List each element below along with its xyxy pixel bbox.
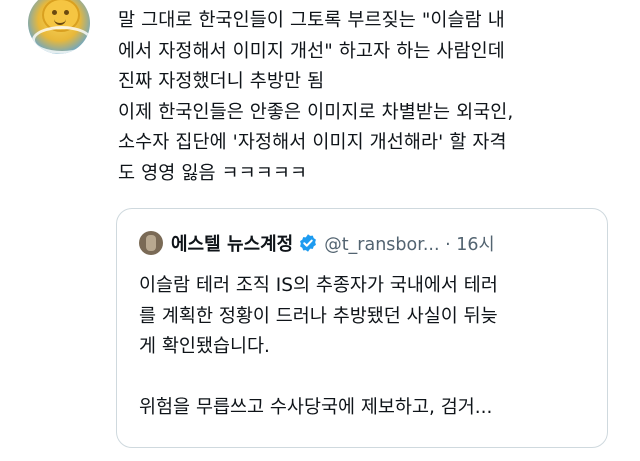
quoted-body-line: 이슬람 테러 조직 IS의 추종자가 국내에서 테러 <box>139 275 498 296</box>
quoted-author-handle-time[interactable]: @t_ransbor... · 16시 <box>324 231 494 256</box>
quoted-tweet-header: 에스텔 뉴스계정 @t_ransbor... · 16시 <box>139 229 495 257</box>
tweet-text: 말 그대로 한국인들이 그토록 부르짖는 "이슬람 내 에서 자정해서 이미지 … <box>118 6 628 189</box>
quoted-author-name[interactable]: 에스텔 뉴스계정 <box>171 230 293 256</box>
tweet-line: 에서 자정해서 이미지 개선" 하고자 하는 사람인데 <box>118 40 505 62</box>
quoted-author-avatar[interactable] <box>139 231 163 255</box>
avatar-eye-right <box>64 10 69 15</box>
quoted-body-line: 위험을 무릅쓰고 수사당국에 제보하고, 검거... <box>139 397 493 418</box>
avatar-ring <box>32 26 90 54</box>
tweet-line: 이제 한국인들은 안좋은 이미지로 차별받는 외국인, <box>118 101 514 123</box>
tweet-line: 도 영영 잃음 ㅋㅋㅋㅋㅋ <box>118 162 308 184</box>
tweet-line: 소수자 집단에 '자정해서 이미지 개선해라' 할 자격 <box>118 132 507 153</box>
verified-badge-icon <box>300 234 317 252</box>
tweet-line: 진짜 자정했더니 추방만 됨 <box>118 71 325 92</box>
tweet-line: 말 그대로 한국인들이 그토록 부르짖는 "이슬람 내 <box>118 10 505 31</box>
avatar-eye-left <box>52 10 57 15</box>
quoted-body-line: 를 계획한 정황이 드러나 추방됐던 사실이 뒤늦 <box>139 305 498 327</box>
user-avatar[interactable] <box>28 0 90 54</box>
quoted-tweet-body: 이슬람 테러 조직 IS의 추종자가 국내에서 테러 를 계획한 정황이 드러나… <box>139 271 599 424</box>
quoted-body-line: 게 확인됐습니다. <box>139 336 270 357</box>
avatar-mouth <box>54 18 66 25</box>
quoted-tweet-card[interactable]: 에스텔 뉴스계정 @t_ransbor... · 16시 이슬람 테러 조직 I… <box>116 208 608 448</box>
